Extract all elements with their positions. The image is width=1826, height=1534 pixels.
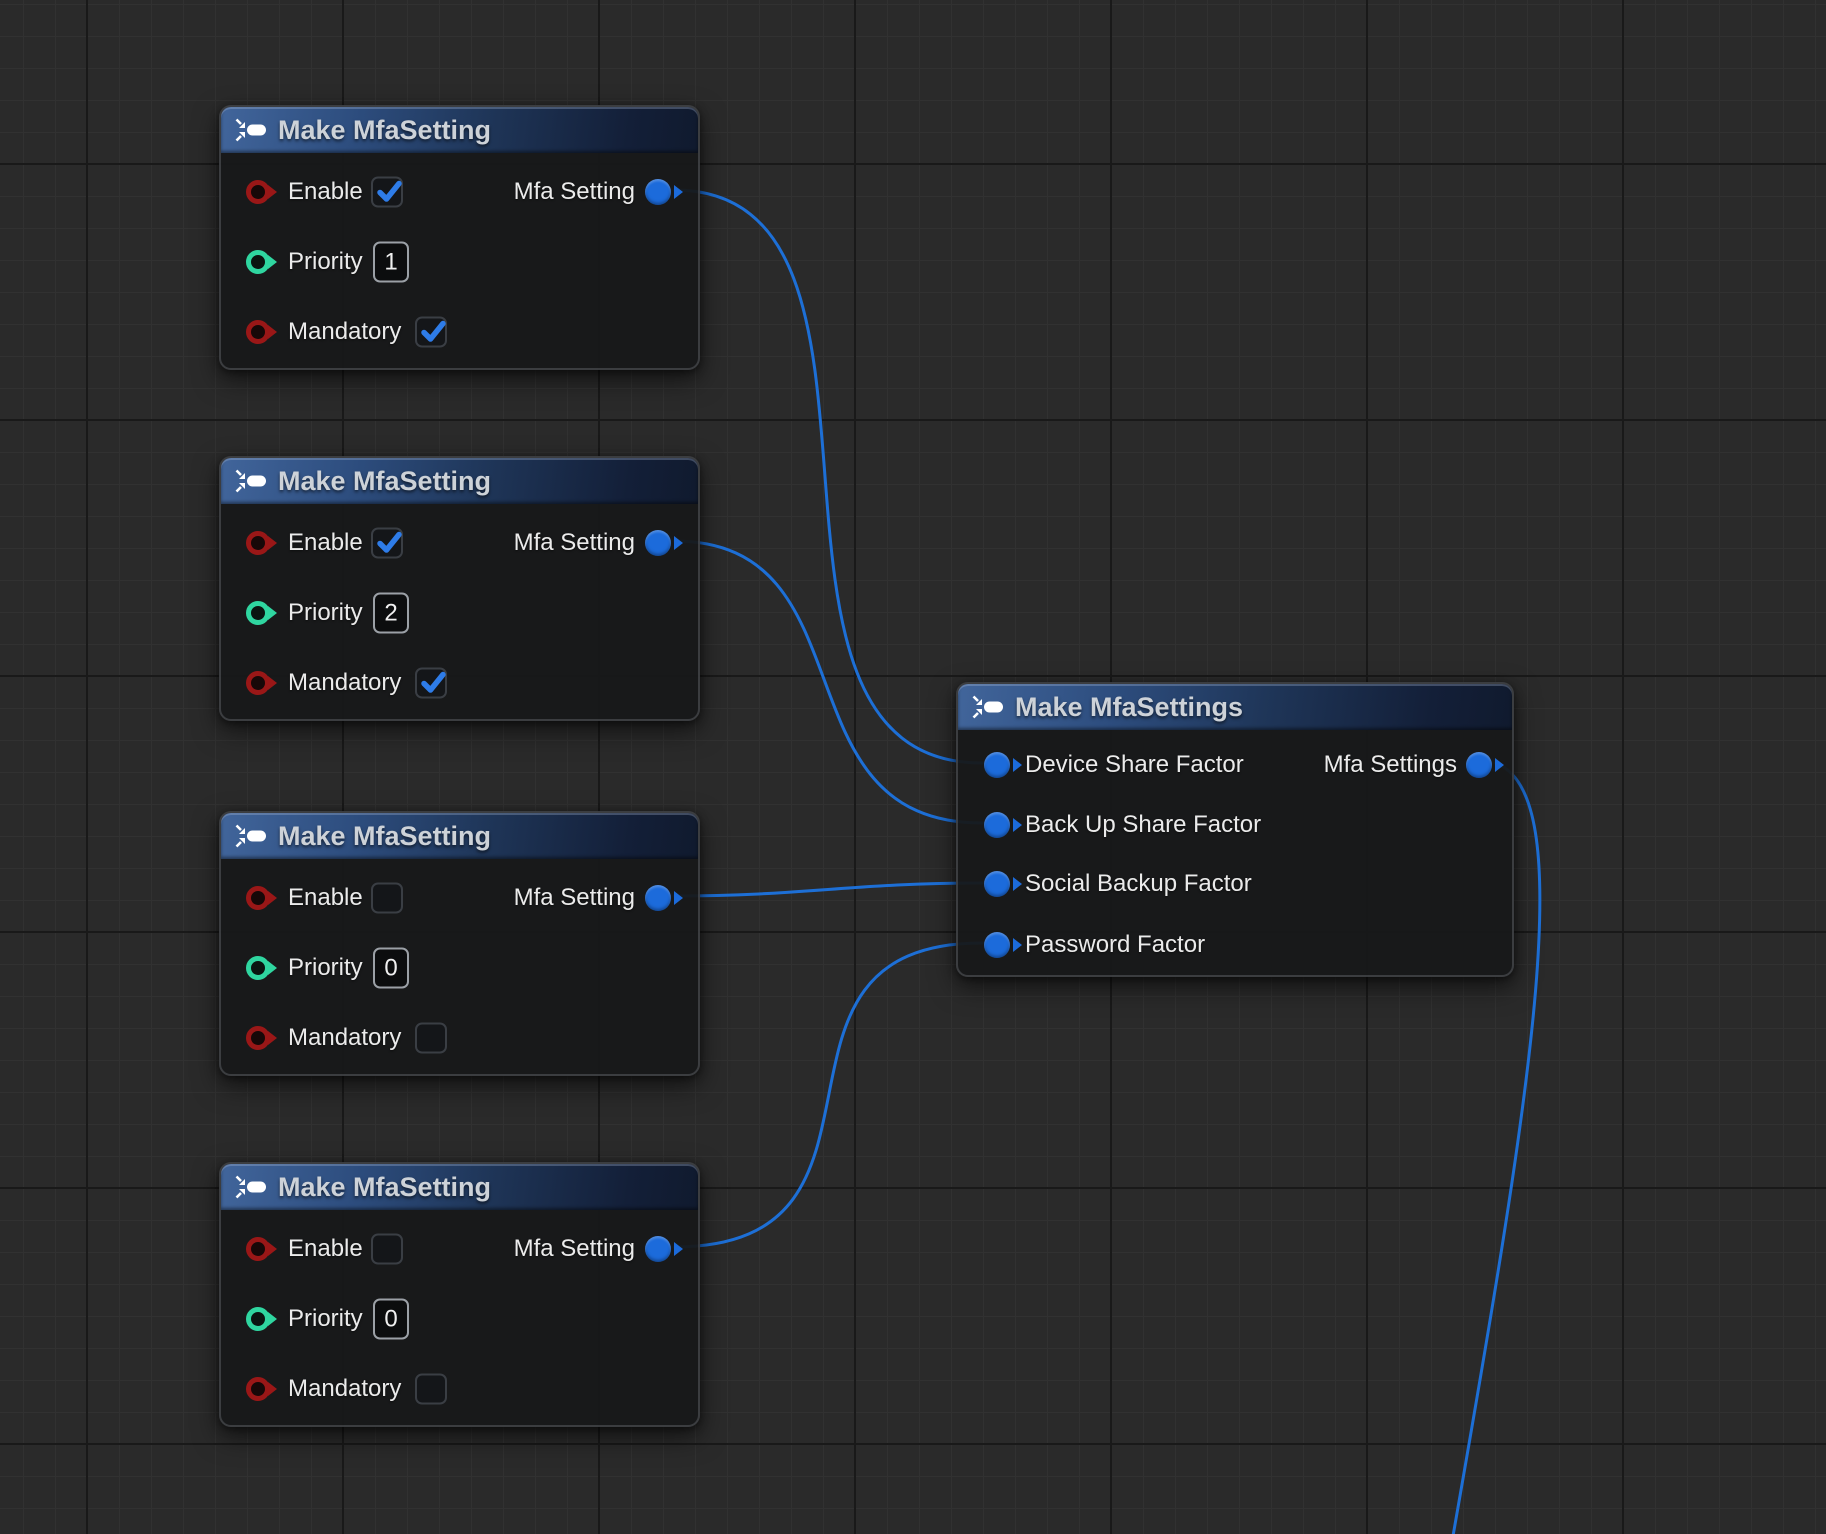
mandatory-checkbox[interactable] <box>415 317 447 348</box>
pin-enable[interactable] <box>246 531 270 555</box>
pin-backup-share-factor[interactable] <box>984 812 1010 838</box>
priority-field[interactable]: 0 <box>373 1299 409 1340</box>
output-pin-label: Mfa Setting <box>514 529 635 557</box>
enable-checkbox[interactable] <box>371 177 403 208</box>
output-pin-label: Mfa Setting <box>514 178 635 206</box>
pin-label-enable: Enable <box>288 529 363 557</box>
node-title: Make MfaSetting <box>278 821 491 852</box>
pin-label-password-factor: Password Factor <box>1025 931 1205 959</box>
pin-mandatory[interactable] <box>246 1377 270 1401</box>
enable-checkbox[interactable] <box>371 1234 403 1265</box>
node-header[interactable]: Make MfaSetting <box>221 813 698 859</box>
make-struct-icon <box>234 117 268 143</box>
pin-label-mandatory: Mandatory <box>288 1024 401 1052</box>
mandatory-checkbox[interactable] <box>415 1374 447 1405</box>
output-pin-mfa-settings[interactable] <box>1466 752 1492 778</box>
pin-label-enable: Enable <box>288 178 363 206</box>
output-pin-label: Mfa Settings <box>1324 751 1457 779</box>
wire-setting1-to-device-share[interactable] <box>674 190 982 763</box>
pin-label-priority: Priority <box>288 248 363 276</box>
output-pin-label: Mfa Setting <box>514 1235 635 1263</box>
wire-setting3-to-social-backup[interactable] <box>674 883 982 896</box>
pin-priority[interactable] <box>246 1307 270 1331</box>
pin-mandatory[interactable] <box>246 1026 270 1050</box>
pin-mandatory[interactable] <box>246 320 270 344</box>
priority-field[interactable]: 2 <box>373 593 409 634</box>
pin-label-priority: Priority <box>288 954 363 982</box>
wire-setting2-to-backup-share[interactable] <box>674 541 982 823</box>
node-header[interactable]: Make MfaSetting <box>221 458 698 504</box>
pin-enable[interactable] <box>246 886 270 910</box>
make-struct-icon <box>234 468 268 494</box>
pin-label-backup-share-factor: Back Up Share Factor <box>1025 811 1261 839</box>
pin-label-priority: Priority <box>288 599 363 627</box>
priority-field[interactable]: 0 <box>373 948 409 989</box>
mandatory-checkbox[interactable] <box>415 668 447 699</box>
pin-label-mandatory: Mandatory <box>288 318 401 346</box>
output-pin-mfa-setting[interactable] <box>645 885 671 911</box>
output-pin-mfa-setting[interactable] <box>645 1236 671 1262</box>
wire-setting4-to-password[interactable] <box>674 943 982 1247</box>
pin-social-backup-factor[interactable] <box>984 871 1010 897</box>
node-header[interactable]: Make MfaSetting <box>221 1164 698 1210</box>
pin-enable[interactable] <box>246 1237 270 1261</box>
make-struct-icon <box>234 1174 268 1200</box>
make-struct-icon <box>234 823 268 849</box>
node-make-mfasettings[interactable]: Make MfaSettings Device Share Factor Bac… <box>956 682 1514 977</box>
node-header[interactable]: Make MfaSettings <box>958 684 1512 730</box>
pin-label-device-share-factor: Device Share Factor <box>1025 751 1244 779</box>
pin-password-factor[interactable] <box>984 932 1010 958</box>
node-make-mfasetting-3[interactable]: Make MfaSetting Enable Priority 0 Mandat… <box>219 811 700 1076</box>
graph-canvas[interactable]: Make MfaSetting Enable Priority 1 Mandat… <box>0 0 1826 1534</box>
pin-label-mandatory: Mandatory <box>288 669 401 697</box>
node-make-mfasetting-4[interactable]: Make MfaSetting Enable Priority 0 Mandat… <box>219 1162 700 1427</box>
enable-checkbox[interactable] <box>371 883 403 914</box>
make-struct-icon <box>971 694 1005 720</box>
pin-priority[interactable] <box>246 601 270 625</box>
node-title: Make MfaSettings <box>1015 692 1243 723</box>
output-pin-mfa-setting[interactable] <box>645 530 671 556</box>
pin-priority[interactable] <box>246 250 270 274</box>
mandatory-checkbox[interactable] <box>415 1023 447 1054</box>
node-title: Make MfaSetting <box>278 1172 491 1203</box>
pin-label-enable: Enable <box>288 884 363 912</box>
pin-label-priority: Priority <box>288 1305 363 1333</box>
pin-device-share-factor[interactable] <box>984 752 1010 778</box>
node-make-mfasetting-2[interactable]: Make MfaSetting Enable Priority 2 Mandat… <box>219 456 700 721</box>
pin-enable[interactable] <box>246 180 270 204</box>
node-make-mfasetting-1[interactable]: Make MfaSetting Enable Priority 1 Mandat… <box>219 105 700 370</box>
pin-mandatory[interactable] <box>246 671 270 695</box>
pin-label-enable: Enable <box>288 1235 363 1263</box>
pin-priority[interactable] <box>246 956 270 980</box>
enable-checkbox[interactable] <box>371 528 403 559</box>
node-title: Make MfaSetting <box>278 115 491 146</box>
priority-field[interactable]: 1 <box>373 242 409 283</box>
pin-label-social-backup-factor: Social Backup Factor <box>1025 870 1252 898</box>
pin-label-mandatory: Mandatory <box>288 1375 401 1403</box>
output-pin-label: Mfa Setting <box>514 884 635 912</box>
output-pin-mfa-setting[interactable] <box>645 179 671 205</box>
node-title: Make MfaSetting <box>278 466 491 497</box>
node-header[interactable]: Make MfaSetting <box>221 107 698 153</box>
